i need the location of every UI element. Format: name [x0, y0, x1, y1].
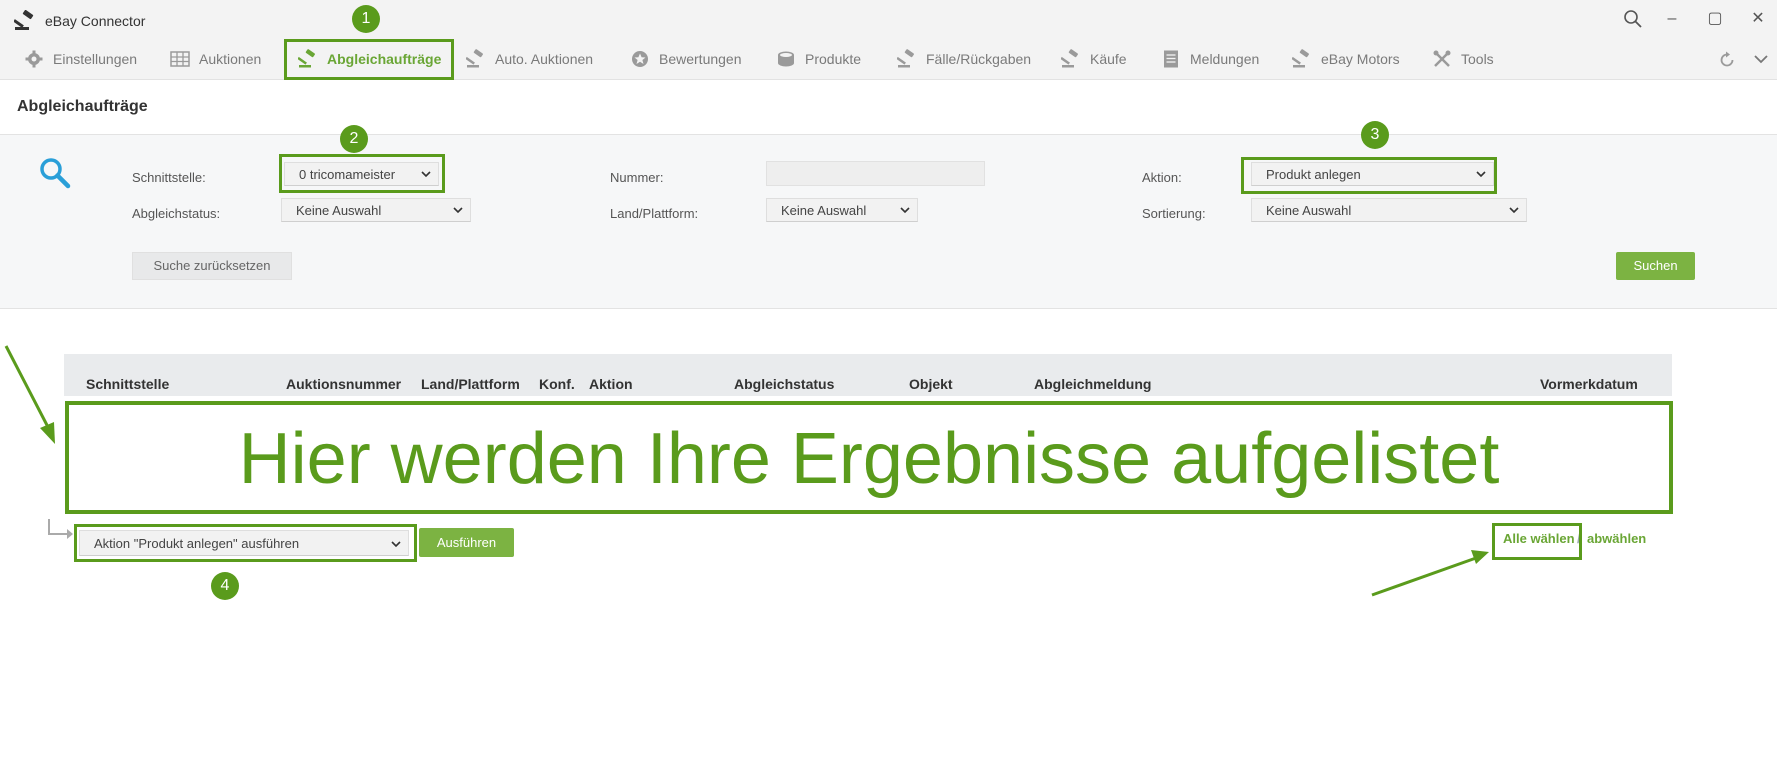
- land-plattform-select[interactable]: Keine Auswahl: [766, 198, 918, 222]
- column-header[interactable]: Schnittstelle: [86, 376, 169, 392]
- arrow-to-results: [4, 345, 55, 444]
- nummer-input[interactable]: [766, 161, 985, 186]
- page-title: Abgleichaufträge: [17, 98, 148, 115]
- tab-auktionen[interactable]: Auktionen: [170, 38, 261, 80]
- annotation-badge-3: 3: [1361, 121, 1389, 149]
- abgleichstatus-value: Keine Auswahl: [296, 203, 382, 218]
- land-plattform-label: Land/Plattform:: [610, 206, 699, 221]
- results-table-header: Schnittstelle Auktionsnummer Land/Plattf…: [64, 354, 1672, 396]
- results-placeholder: Hier werden Ihre Ergebnisse aufgelistet: [65, 401, 1673, 514]
- column-header[interactable]: Abgleichmeldung: [1034, 376, 1151, 392]
- close-button[interactable]: ✕: [1747, 8, 1769, 30]
- list-icon: [1164, 50, 1178, 68]
- tab-label: Fälle/Rückgaben: [926, 51, 1032, 67]
- annotation-badge-4: 4: [211, 572, 239, 600]
- tab-faelle-rueckgaben[interactable]: Fälle/Rückgaben: [897, 38, 1031, 80]
- annotation-highlight-tab: [284, 39, 454, 80]
- box-icon: [778, 51, 794, 67]
- nummer-label: Nummer:: [610, 170, 664, 185]
- annotation-highlight-schnittstelle: [279, 154, 445, 193]
- tab-label: Tools: [1461, 51, 1494, 67]
- column-header[interactable]: Land/Plattform: [421, 376, 520, 392]
- tab-produkte[interactable]: Produkte: [776, 38, 861, 80]
- tab-label: Einstellungen: [53, 51, 138, 67]
- column-header[interactable]: Aktion: [589, 376, 633, 392]
- tab-label: Meldungen: [1190, 51, 1260, 67]
- results-placeholder-text: Hier werden Ihre Ergebnisse aufgelistet: [238, 419, 1500, 499]
- tab-ebay-motors[interactable]: eBay Motors: [1292, 38, 1400, 80]
- column-header[interactable]: Abgleichstatus: [734, 376, 834, 392]
- column-header[interactable]: Konf.: [539, 376, 575, 392]
- annotation-highlight-aktion: [1241, 157, 1497, 194]
- annotation-badge-2: 2: [340, 125, 368, 153]
- arrow-to-select-all: [1371, 550, 1489, 597]
- gavel-logo-icon: [14, 10, 34, 30]
- ebay-connector-window: eBay Connector – ▢ ✕ Einstellungen Aukti…: [0, 0, 1777, 761]
- search-button[interactable]: Suchen: [1616, 252, 1695, 280]
- annotation-highlight-bulk-action: [74, 524, 417, 562]
- aktion-label: Aktion:: [1142, 170, 1182, 185]
- tools-icon: [1433, 50, 1451, 67]
- tab-label: Auktionen: [199, 51, 262, 67]
- reset-search-button[interactable]: Suche zurücksetzen: [132, 252, 292, 280]
- grid-icon: [170, 51, 190, 67]
- corner-arrow-icon: [48, 519, 73, 539]
- sortierung-value: Keine Auswahl: [1266, 203, 1352, 218]
- tab-label: Auto. Auktionen: [495, 51, 594, 67]
- tab-tools[interactable]: Tools: [1432, 38, 1494, 80]
- tab-kaeufe[interactable]: Käufe: [1061, 38, 1127, 80]
- column-header[interactable]: Vormerkdatum: [1540, 376, 1638, 392]
- tab-label: eBay Motors: [1321, 51, 1400, 67]
- gavel-icon: [466, 49, 483, 68]
- tab-label: Bewertungen: [659, 51, 742, 67]
- tab-bewertungen[interactable]: Bewertungen: [630, 38, 742, 80]
- deselect-link[interactable]: abwählen: [1587, 531, 1646, 546]
- annotation-badge-1: 1: [352, 5, 380, 33]
- sortierung-select[interactable]: Keine Auswahl: [1251, 198, 1527, 222]
- tab-label: Käufe: [1090, 51, 1127, 67]
- star-badge-icon: [632, 51, 648, 67]
- chevron-down-icon[interactable]: [1752, 50, 1770, 68]
- maximize-button[interactable]: ▢: [1704, 8, 1726, 30]
- abgleichstatus-label: Abgleichstatus:: [132, 206, 221, 221]
- chevron-down-icon: [900, 207, 910, 214]
- sortierung-label: Sortierung:: [1142, 206, 1206, 221]
- gear-icon: [25, 50, 43, 68]
- minimize-button[interactable]: –: [1661, 8, 1683, 30]
- tab-auto-auktionen[interactable]: Auto. Auktionen: [466, 38, 593, 80]
- schnittstelle-label: Schnittstelle:: [132, 170, 206, 185]
- land-plattform-value: Keine Auswahl: [781, 203, 867, 218]
- column-header[interactable]: Auktionsnummer: [286, 376, 401, 392]
- refresh-icon[interactable]: [1717, 50, 1737, 70]
- chevron-down-icon: [453, 207, 463, 214]
- execute-button[interactable]: Ausführen: [419, 528, 514, 557]
- search-icon[interactable]: [1622, 8, 1644, 30]
- abgleichstatus-select[interactable]: Keine Auswahl: [281, 198, 471, 222]
- main-tab-bar: Einstellungen Auktionen Abgleichaufträge: [0, 38, 1777, 80]
- gavel-icon: [897, 49, 914, 68]
- tab-label: Produkte: [805, 51, 862, 67]
- app-title: eBay Connector: [45, 13, 146, 29]
- annotation-highlight-select-all: [1492, 523, 1582, 560]
- chevron-down-icon: [1509, 207, 1519, 214]
- search-icon: [40, 158, 71, 189]
- column-header[interactable]: Objekt: [909, 376, 953, 392]
- gavel-icon: [1061, 49, 1078, 68]
- tab-einstellungen[interactable]: Einstellungen: [24, 38, 137, 80]
- gavel-icon: [1292, 49, 1309, 68]
- tab-meldungen[interactable]: Meldungen: [1161, 38, 1259, 80]
- title-bar: eBay Connector – ▢ ✕: [0, 0, 1777, 38]
